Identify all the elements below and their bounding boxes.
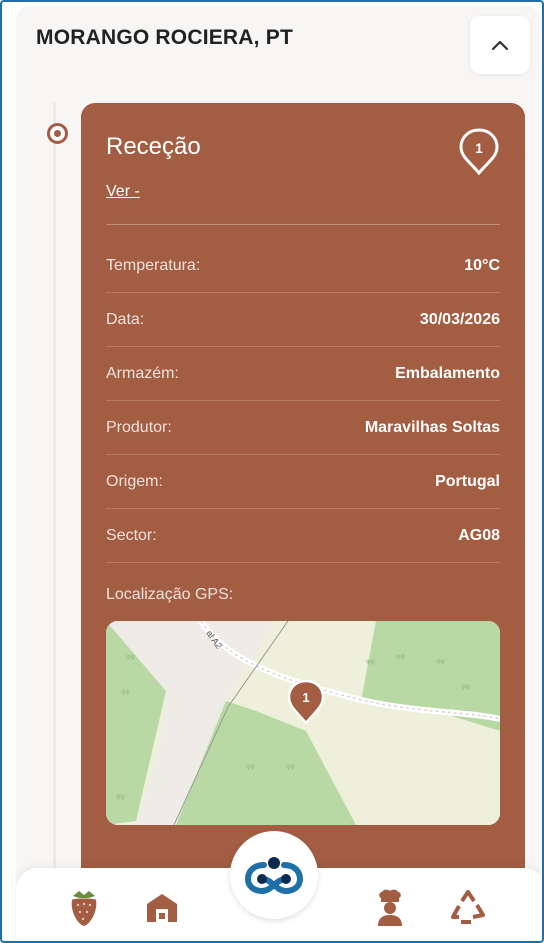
- row-label: Sector:: [106, 526, 157, 544]
- warehouse-icon: [147, 894, 177, 922]
- row-label: Origem:: [106, 472, 163, 490]
- row-value: 10°C: [464, 256, 500, 274]
- row-label: Produtor:: [106, 418, 172, 436]
- recycle-icon: [451, 890, 485, 924]
- row-value: AG08: [458, 526, 500, 544]
- detail-row-temperature: Temperatura: 10°C: [106, 239, 500, 293]
- svg-text:ᵠᵠ: ᵠᵠ: [116, 793, 125, 804]
- location-title: MORANGO ROCIERA, PT: [36, 26, 293, 49]
- svg-text:ᵠᵠ: ᵠᵠ: [396, 653, 405, 664]
- home-logo-button[interactable]: [230, 831, 318, 919]
- row-value: Portugal: [435, 472, 500, 490]
- svg-text:ᵠᵠ: ᵠᵠ: [246, 763, 255, 774]
- detail-row-origin: Origem: Portugal: [106, 455, 500, 509]
- detail-row-warehouse: Armazém: Embalamento: [106, 347, 500, 401]
- chevron-up-icon: [491, 40, 509, 51]
- detail-row-date: Data: 30/03/2026: [106, 293, 500, 347]
- card-divider: [106, 224, 500, 225]
- svg-text:ᵠᵠ: ᵠᵠ: [461, 683, 470, 694]
- timeline-line: [53, 102, 56, 902]
- gps-map[interactable]: ᵠᵠ ᵠᵠ ᵠᵠ ᵠᵠ ᵠᵠ ᵠᵠ ᵠᵠ ᵠᵠ ᵠᵠ al A2 1: [106, 621, 500, 825]
- row-value: 30/03/2026: [419, 310, 500, 328]
- svg-text:ᵠᵠ: ᵠᵠ: [121, 688, 130, 699]
- row-value: Maravilhas Soltas: [364, 418, 500, 436]
- step-number-pin: 1: [457, 127, 501, 177]
- gps-label: Localização GPS:: [106, 586, 234, 603]
- chef-icon: [378, 889, 402, 926]
- timeline-step-marker: [47, 123, 68, 144]
- map-marker-icon[interactable]: 1: [286, 679, 326, 727]
- collapse-button[interactable]: [470, 16, 530, 74]
- row-label: Temperatura:: [106, 256, 201, 274]
- svg-text:1: 1: [475, 140, 483, 156]
- svg-text:ᵠᵠ: ᵠᵠ: [436, 658, 445, 669]
- nav-item-warehouse[interactable]: [142, 888, 182, 928]
- row-label: Data:: [106, 310, 145, 328]
- view-link[interactable]: Ver -: [106, 183, 140, 201]
- nav-item-recycle[interactable]: [448, 888, 488, 928]
- svg-text:ᵠᵠ: ᵠᵠ: [366, 658, 375, 669]
- row-value: Embalamento: [395, 364, 500, 382]
- svg-text:ᵠᵠ: ᵠᵠ: [286, 763, 295, 774]
- nav-item-strawberry[interactable]: [64, 888, 104, 928]
- card-title: Receção: [106, 133, 201, 160]
- row-label: Armazém:: [106, 364, 179, 382]
- app-logo-icon: [244, 857, 304, 895]
- strawberry-icon: [71, 891, 97, 926]
- location-pin-icon: 1: [459, 128, 499, 176]
- detail-row-sector: Sector: AG08: [106, 509, 500, 563]
- nav-item-chef[interactable]: [370, 888, 410, 928]
- svg-text:1: 1: [302, 690, 309, 705]
- reception-card: Receção Ver - 1 Temperatura: 10°C Data: …: [81, 103, 525, 933]
- svg-text:ᵠᵠ: ᵠᵠ: [126, 653, 135, 664]
- screen-frame: MORANGO ROCIERA, PT Receção Ver - 1 Temp…: [0, 0, 544, 943]
- detail-row-producer: Produtor: Maravilhas Soltas: [106, 401, 500, 455]
